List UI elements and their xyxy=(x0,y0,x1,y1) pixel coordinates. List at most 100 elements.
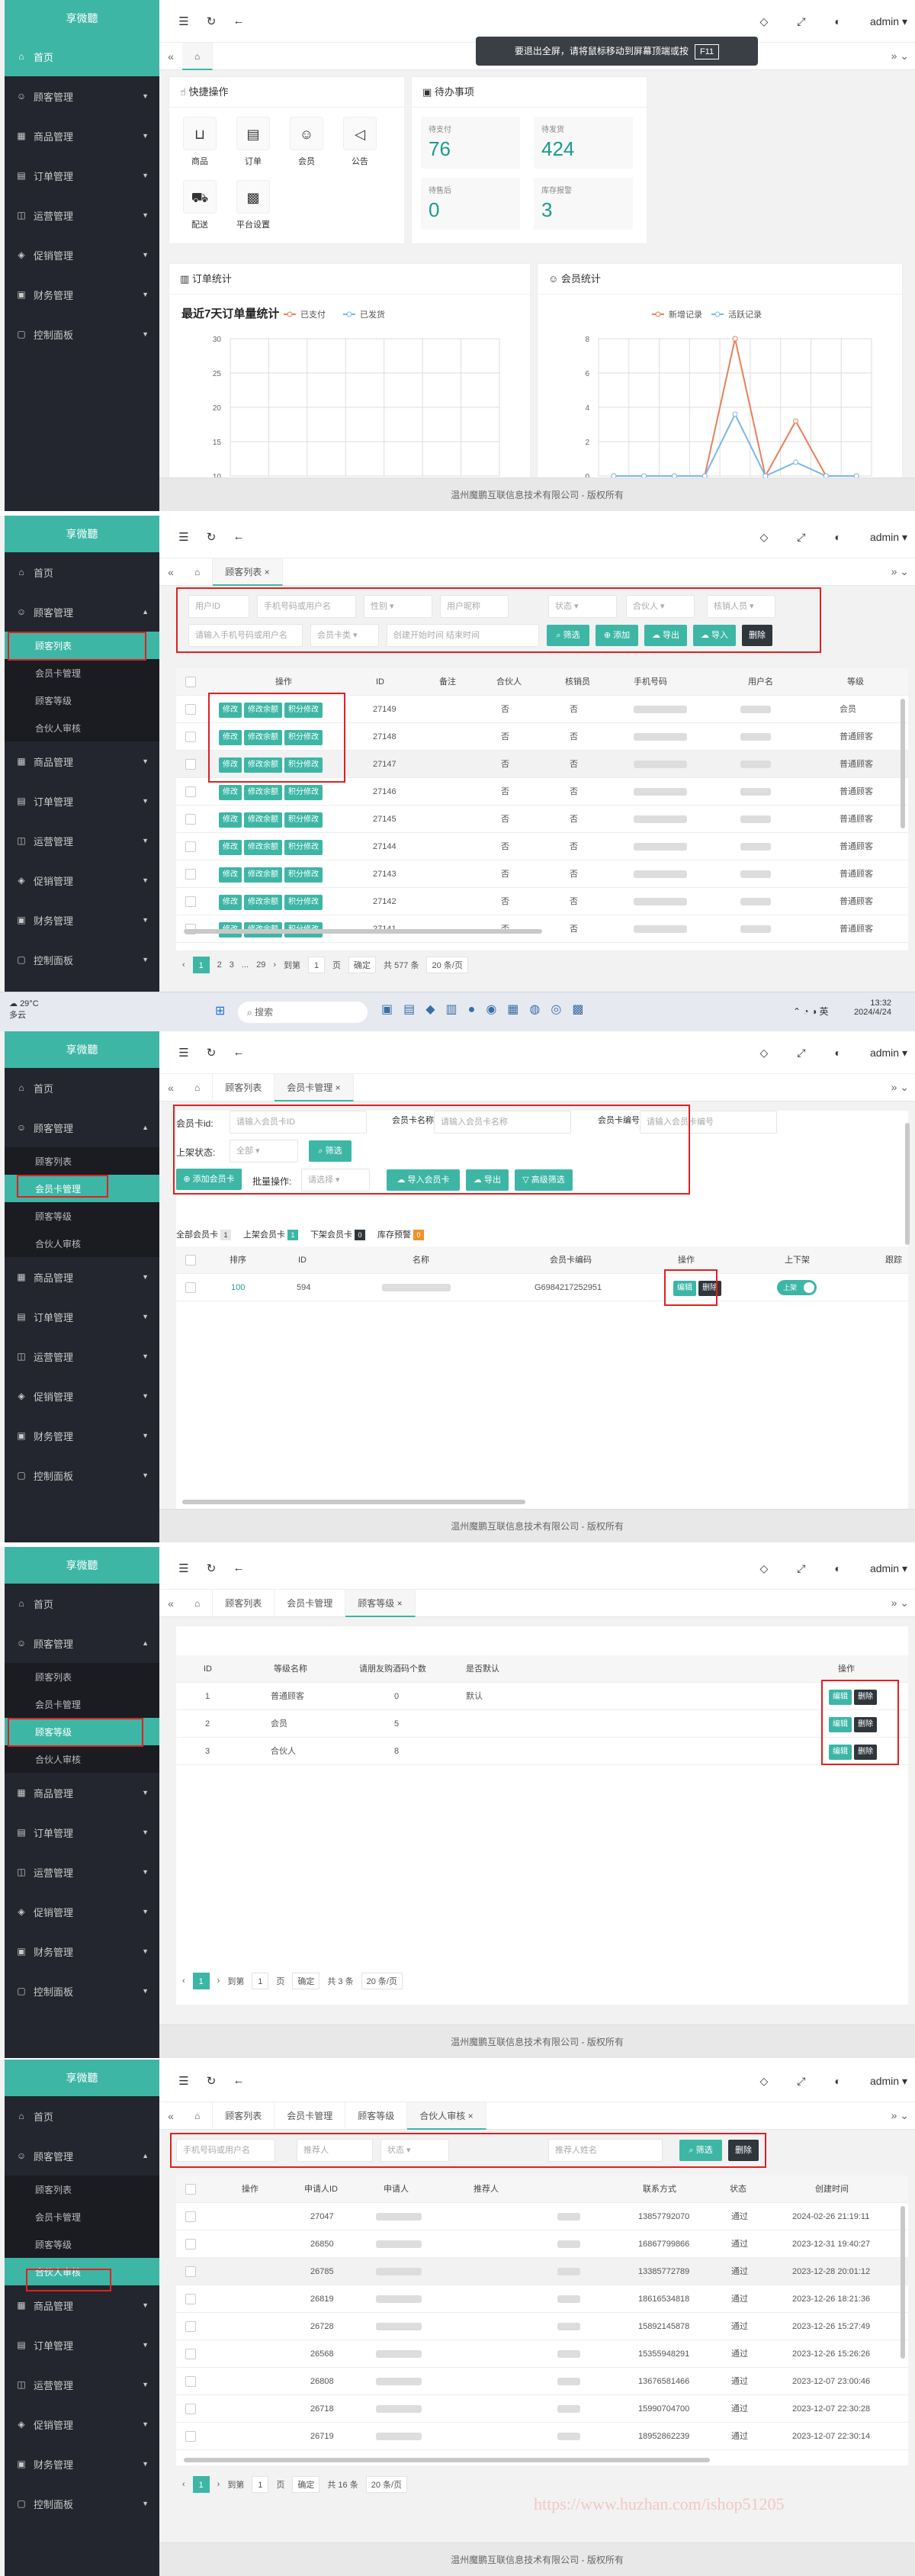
sidebar-sub-partner[interactable]: 合伙人审核 xyxy=(5,714,159,741)
close-icon[interactable]: × xyxy=(468,2111,474,2121)
fullscreen-icon[interactable]: ⤢ xyxy=(797,531,805,544)
row-checkbox[interactable] xyxy=(185,704,196,715)
back-icon[interactable]: ← xyxy=(225,1046,252,1059)
sidebar-item-customer[interactable]: ☺ 顾客管理 ▼ xyxy=(5,76,159,116)
sidebar-item-finance[interactable]: ▣ 财务管理 ▼ xyxy=(5,1416,159,1455)
table-row[interactable]: 100 594 G6984217252951 编辑 删除 上架 xyxy=(176,1274,908,1301)
row-checkbox[interactable] xyxy=(185,2239,196,2250)
table-row[interactable]: 修改 修改余额 积分修改 27143 否否普通顾客 xyxy=(176,860,908,888)
tab-home[interactable]: ⌂ xyxy=(182,42,214,70)
sidebar-item-finance[interactable]: ▣ 财务管理 ▼ xyxy=(5,900,159,940)
close-icon[interactable]: × xyxy=(397,1598,403,1609)
refresh-icon[interactable]: ↻ xyxy=(197,1561,225,1575)
sidebar-item-promo[interactable]: ◈ 促销管理 ▼ xyxy=(5,235,159,275)
sidebar-item-goods[interactable]: ▦ 商品管理 ▼ xyxy=(5,1773,159,1812)
tabs-right-icon[interactable]: » ⌄ xyxy=(891,50,909,63)
theme-icon[interactable]: ◐ xyxy=(834,1562,840,1574)
select-all-checkbox[interactable] xyxy=(185,2184,196,2195)
sidebar-item-ops[interactable]: ◫ 运营管理 ▼ xyxy=(5,1336,159,1376)
taskbar-clock[interactable]: 13:32 2024/4/24 xyxy=(854,999,891,1017)
sidebar-item-goods[interactable]: ▦ 商品管理 ▼ xyxy=(5,1257,159,1297)
jump-confirm-button[interactable]: 确定 xyxy=(292,2476,320,2493)
tabs-right-icon[interactable]: » ⌄ xyxy=(891,565,909,578)
back-icon[interactable]: ← xyxy=(225,14,252,27)
back-icon[interactable]: ← xyxy=(225,1561,252,1574)
edit-points-button[interactable]: 积分修改 xyxy=(284,840,323,855)
fullscreen-icon[interactable]: ⤢ xyxy=(797,15,805,28)
back-icon[interactable]: ← xyxy=(225,530,252,543)
sidebar-item-home[interactable]: ⌂ 首页 xyxy=(5,1068,159,1108)
next-page-icon[interactable]: › xyxy=(217,2480,220,2489)
sidebar-item-order[interactable]: ▤ 订单管理 ▼ xyxy=(5,1812,159,1852)
page-button[interactable]: 3 xyxy=(230,960,234,970)
todo-stock-alert[interactable]: 库存报警 3 xyxy=(534,178,633,230)
prev-page-icon[interactable]: ‹ xyxy=(182,2480,185,2489)
page-jump-input[interactable]: 1 xyxy=(308,957,326,973)
tag-icon[interactable]: ◇ xyxy=(759,2075,768,2088)
sidebar-item-customer[interactable]: ☺ 顾客管理 ▲ xyxy=(5,1623,159,1663)
tag-icon[interactable]: ◇ xyxy=(759,531,768,544)
tabs-left-icon[interactable]: « xyxy=(159,1597,182,1610)
shelf-toggle[interactable]: 上架 xyxy=(777,1280,817,1295)
tab-customer-list[interactable]: 顾客列表 xyxy=(213,1589,275,1617)
quick-item-delivery[interactable]: ⛟ 配送 xyxy=(178,180,221,230)
edit-balance-button[interactable]: 修改余额 xyxy=(244,895,282,910)
row-checkbox[interactable] xyxy=(185,841,196,852)
edit-balance-button[interactable]: 修改余额 xyxy=(244,785,282,800)
tabs-right-icon[interactable]: » ⌄ xyxy=(891,2109,909,2122)
table-row[interactable]: 26718 15990704700 通过 2023-12-07 22:30:28 xyxy=(176,2395,908,2423)
table-row[interactable]: 2 会员 5 编辑 删除 xyxy=(176,1710,908,1738)
taskbar-apps[interactable]: ▣▤◆▥●◉▦◍◎▩ xyxy=(381,1002,594,1017)
sidebar-item-control[interactable]: ▢ 控制面板 ▼ xyxy=(5,1455,159,1495)
tab-home[interactable]: ⌂ xyxy=(182,558,214,586)
row-checkbox[interactable] xyxy=(185,2431,196,2442)
tab-home[interactable]: ⌂ xyxy=(182,1073,214,1101)
page-jump-input[interactable]: 1 xyxy=(252,1973,269,1989)
table-row[interactable]: 3 合伙人 8 编辑 删除 xyxy=(176,1738,908,1765)
row-checkbox[interactable] xyxy=(185,2266,196,2277)
edit-button[interactable]: 修改 xyxy=(219,895,242,910)
select-all-checkbox[interactable] xyxy=(185,677,196,687)
page-size-select[interactable]: 20 条/页 xyxy=(426,957,468,973)
todo-unpaid[interactable]: 待支付 76 xyxy=(421,117,520,169)
sidebar-item-order[interactable]: ▤ 订单管理 ▼ xyxy=(5,156,159,195)
jump-confirm-button[interactable]: 确定 xyxy=(348,957,377,973)
edit-points-button[interactable]: 积分修改 xyxy=(284,812,323,828)
quick-item-notice[interactable]: ◁ 公告 xyxy=(339,117,381,167)
todo-aftersale[interactable]: 待售后 0 xyxy=(421,178,520,230)
sidebar-sub-partner[interactable]: 合伙人审核 xyxy=(5,1230,159,1257)
tab-customer-level[interactable]: 顾客等级 × xyxy=(345,1589,416,1617)
row-checkbox[interactable] xyxy=(185,869,196,880)
admin-menu[interactable]: admin ▾ xyxy=(870,531,907,544)
next-page-icon[interactable]: › xyxy=(217,1976,220,1986)
sidebar-item-customer[interactable]: ☺ 顾客管理 ▲ xyxy=(5,592,159,632)
row-checkbox[interactable] xyxy=(185,732,196,742)
sidebar-item-control[interactable]: ▢ 控制面板 ▼ xyxy=(5,1971,159,2011)
table-row[interactable]: 26719 18952862239 通过 2023-12-07 22:30:14 xyxy=(176,2423,908,2450)
tray-icons[interactable]: ⌃ ◔ ◑ 英 xyxy=(793,1005,829,1018)
close-icon[interactable]: × xyxy=(336,1082,341,1093)
table-row[interactable]: 修改 修改余额 积分修改 27145 否否普通顾客 xyxy=(176,806,908,833)
tabs-right-icon[interactable]: » ⌄ xyxy=(891,1597,909,1610)
table-row[interactable]: 26785 13385772789 通过 2023-12-28 20:01:12 xyxy=(176,2258,908,2285)
sidebar-sub-card[interactable]: 会员卡管理 xyxy=(5,1690,159,1718)
edit-button[interactable]: 修改 xyxy=(219,867,242,883)
page-button[interactable]: 29 xyxy=(256,960,265,970)
sidebar-sub-list[interactable]: 顾客列表 xyxy=(5,1147,159,1175)
tab-home[interactable]: ⌂ xyxy=(182,1589,214,1617)
menu-icon[interactable]: ☰ xyxy=(170,1561,197,1575)
admin-menu[interactable]: admin ▾ xyxy=(870,1047,907,1060)
row-checkbox[interactable] xyxy=(185,2349,196,2359)
tabs-left-icon[interactable]: « xyxy=(159,1082,182,1094)
refresh-icon[interactable]: ↻ xyxy=(197,14,225,28)
quick-item-member[interactable]: ☺ 会员 xyxy=(285,117,328,167)
tabs-left-icon[interactable]: « xyxy=(159,566,182,578)
quick-item-goods[interactable]: ⊔ 商品 xyxy=(178,117,221,167)
row-checkbox[interactable] xyxy=(185,2294,196,2304)
menu-icon[interactable]: ☰ xyxy=(170,530,197,544)
sidebar-sub-list[interactable]: 顾客列表 xyxy=(5,1663,159,1690)
sidebar-sub-level[interactable]: 顾客等级 xyxy=(5,687,159,714)
vertical-scrollbar[interactable] xyxy=(905,1123,910,1245)
edit-points-button[interactable]: 积分修改 xyxy=(284,785,323,800)
subtab-on[interactable]: 上架会员卡 1 xyxy=(243,1228,298,1240)
